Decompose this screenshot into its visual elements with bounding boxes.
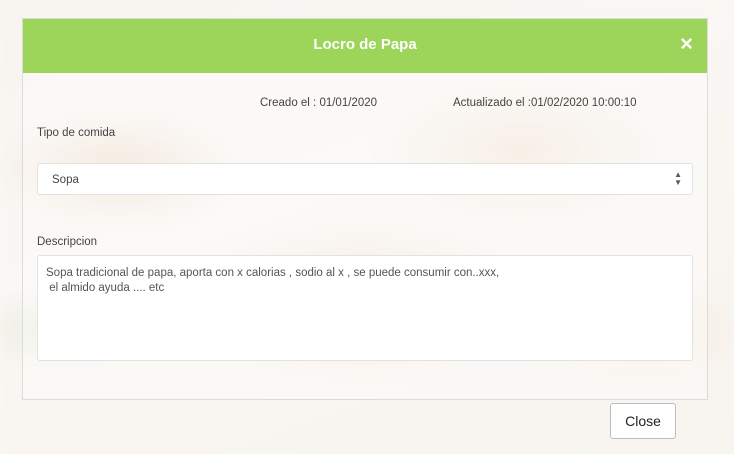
- close-button[interactable]: Close: [610, 403, 676, 439]
- food-type-label: Tipo de comida: [37, 127, 116, 139]
- description-line: Sopa tradicional de papa, aporta con x c…: [46, 267, 500, 279]
- description-textarea[interactable]: Sopa tradicional de papa, aporta con x c…: [37, 255, 693, 361]
- updated-date: Actualizado el :01/02/2020 10:00:10: [453, 97, 637, 109]
- created-date: Creado el : 01/01/2020: [260, 97, 378, 109]
- sort-arrows-icon: ▲ ▼: [674, 170, 682, 187]
- page: Locro de Papa × Creado el : 01/01/2020 A…: [0, 0, 734, 454]
- modal-header: Locro de Papa ×: [23, 19, 707, 73]
- food-type-select[interactable]: Sopa ▲ ▼: [37, 163, 693, 195]
- description-label: Descripcion: [37, 236, 98, 248]
- close-icon[interactable]: ×: [680, 32, 693, 56]
- modal-title: Locro de Papa: [313, 36, 417, 53]
- food-type-value: Sopa: [52, 174, 79, 186]
- food-detail-modal: Locro de Papa × Creado el : 01/01/2020 A…: [22, 18, 708, 400]
- description-line: el almido ayuda .... etc: [46, 282, 165, 294]
